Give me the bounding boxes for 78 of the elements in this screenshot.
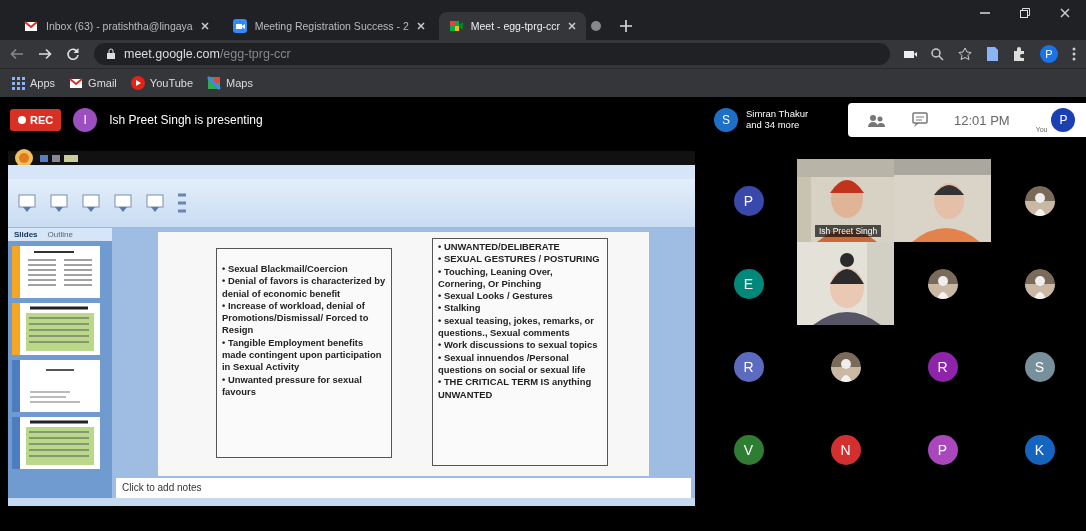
participant-avatar: K (1024, 434, 1055, 465)
bullet-text: • Denial of favors is characterized by denial of economic benefit (222, 275, 386, 300)
restore-icon[interactable] (1020, 8, 1030, 18)
document-icon (986, 47, 998, 61)
browser-tab[interactable]: Inbox (63) - pratishtha@lingaya (14, 12, 219, 40)
notes-field[interactable]: Click to add notes (116, 478, 691, 498)
participant-avatar: R (733, 351, 764, 382)
reload-icon[interactable] (66, 47, 80, 61)
bullet-text: • Tangible Employment benefits made contingent upon participation in Sexual Activity (222, 336, 383, 374)
list-icon (176, 191, 188, 215)
back-icon[interactable] (10, 47, 24, 61)
video-camera-icon (232, 19, 247, 33)
slideshow-icon[interactable] (80, 193, 102, 213)
bullet-text: • Work discussions to sexual topics (438, 339, 599, 352)
bullet-text: • SEXUAL GESTURES / POSTURING (438, 253, 601, 266)
lock-icon (106, 48, 116, 60)
participant-avatar: P (733, 185, 764, 216)
bullet-text: • Sexual Looks / Gestures (438, 290, 554, 303)
mail-icon (24, 19, 38, 33)
bookmark[interactable]: YouTube (130, 76, 194, 90)
bullet-text: • THE CRITICAL TERM IS anything UNWANTED (438, 376, 593, 401)
camera-icon (904, 48, 917, 60)
record-dot-icon (18, 116, 26, 124)
url-text: meet.google.com/egg-tprg-ccr (124, 47, 291, 61)
browser-tab[interactable]: Meeting Registration Success - 2 (222, 12, 435, 40)
pane-tab[interactable]: Outline (47, 230, 73, 239)
bullet-text: • Touching, Leaning Over, Cornering, Or Pinching (438, 265, 554, 291)
close-icon[interactable] (416, 22, 425, 30)
participant-avatar: E (733, 268, 764, 299)
slideshow-icon[interactable] (144, 193, 166, 213)
menu-icon[interactable] (1072, 47, 1076, 61)
slideshow-icon[interactable] (48, 193, 70, 213)
pane-tab[interactable]: Slides (14, 230, 38, 239)
close-icon[interactable] (568, 22, 576, 30)
record-icon (590, 20, 602, 32)
participant-avatar: P (927, 434, 958, 465)
slideshow-icon[interactable] (112, 193, 134, 213)
new-tab-icon[interactable] (620, 20, 632, 32)
bullet-text: • sexual teasing, jokes, remarks, or questions., Sexual comments (438, 314, 595, 340)
apps-grid-icon (12, 76, 25, 90)
video-camera-icon (448, 19, 463, 33)
chat-icon[interactable] (912, 112, 928, 128)
avatar: S (714, 108, 738, 132)
record-button[interactable]: REC (10, 109, 62, 131)
bullet-text: • Unwanted pressure for sexual favours (222, 373, 363, 399)
participant-avatar: V (733, 434, 764, 465)
browser-tab[interactable]: Meet - egg-tprg-ccr (438, 12, 586, 40)
forward-icon[interactable] (38, 47, 52, 61)
play-icon (130, 76, 145, 90)
bullet-text: • Sexual Blackmail/Coercion (222, 263, 349, 276)
bullet-text: • Stalking (438, 302, 482, 315)
participant-name: Ish Preet Singh (815, 225, 882, 237)
participants-label: Simran Thakur and 34 more (746, 109, 810, 131)
participant-avatar: S (1024, 351, 1055, 382)
bookmark[interactable]: Maps (207, 76, 253, 90)
map-pin-icon (207, 76, 222, 90)
bookmark[interactable]: Apps (12, 76, 56, 90)
close-icon[interactable] (200, 22, 209, 30)
bullet-text: • Increase of workload, denial of Promotions/Dismissal/ Forced to Resign (222, 299, 370, 337)
profile-avatar[interactable]: P (1040, 45, 1058, 63)
bullet-text: • Sexual innuendos /Personal questions on social or sexual life (438, 351, 587, 377)
address-bar[interactable]: meet.google.com/egg-tprg-ccr (94, 43, 890, 65)
zoom-icon (931, 47, 944, 61)
avatar: I (73, 108, 98, 132)
people-icon[interactable] (868, 112, 886, 128)
participant-avatar: N (830, 434, 861, 465)
bookmark[interactable]: Gmail (69, 76, 117, 90)
puzzle-icon (1012, 47, 1026, 61)
slideshow-icon[interactable] (16, 193, 38, 213)
quick-access-toolbar-icon[interactable] (40, 152, 80, 164)
bullet-text: • UNWANTED/DELIBERATE (438, 241, 561, 254)
star-icon (958, 47, 972, 61)
close-icon[interactable] (1060, 8, 1070, 18)
participant-avatar: R (927, 351, 958, 382)
presenting-label: Ish Preet Singh is presenting (109, 113, 263, 127)
mail-icon (69, 76, 84, 90)
clock-time: 12:01 PM (954, 112, 1010, 128)
avatar: P (1051, 108, 1076, 132)
